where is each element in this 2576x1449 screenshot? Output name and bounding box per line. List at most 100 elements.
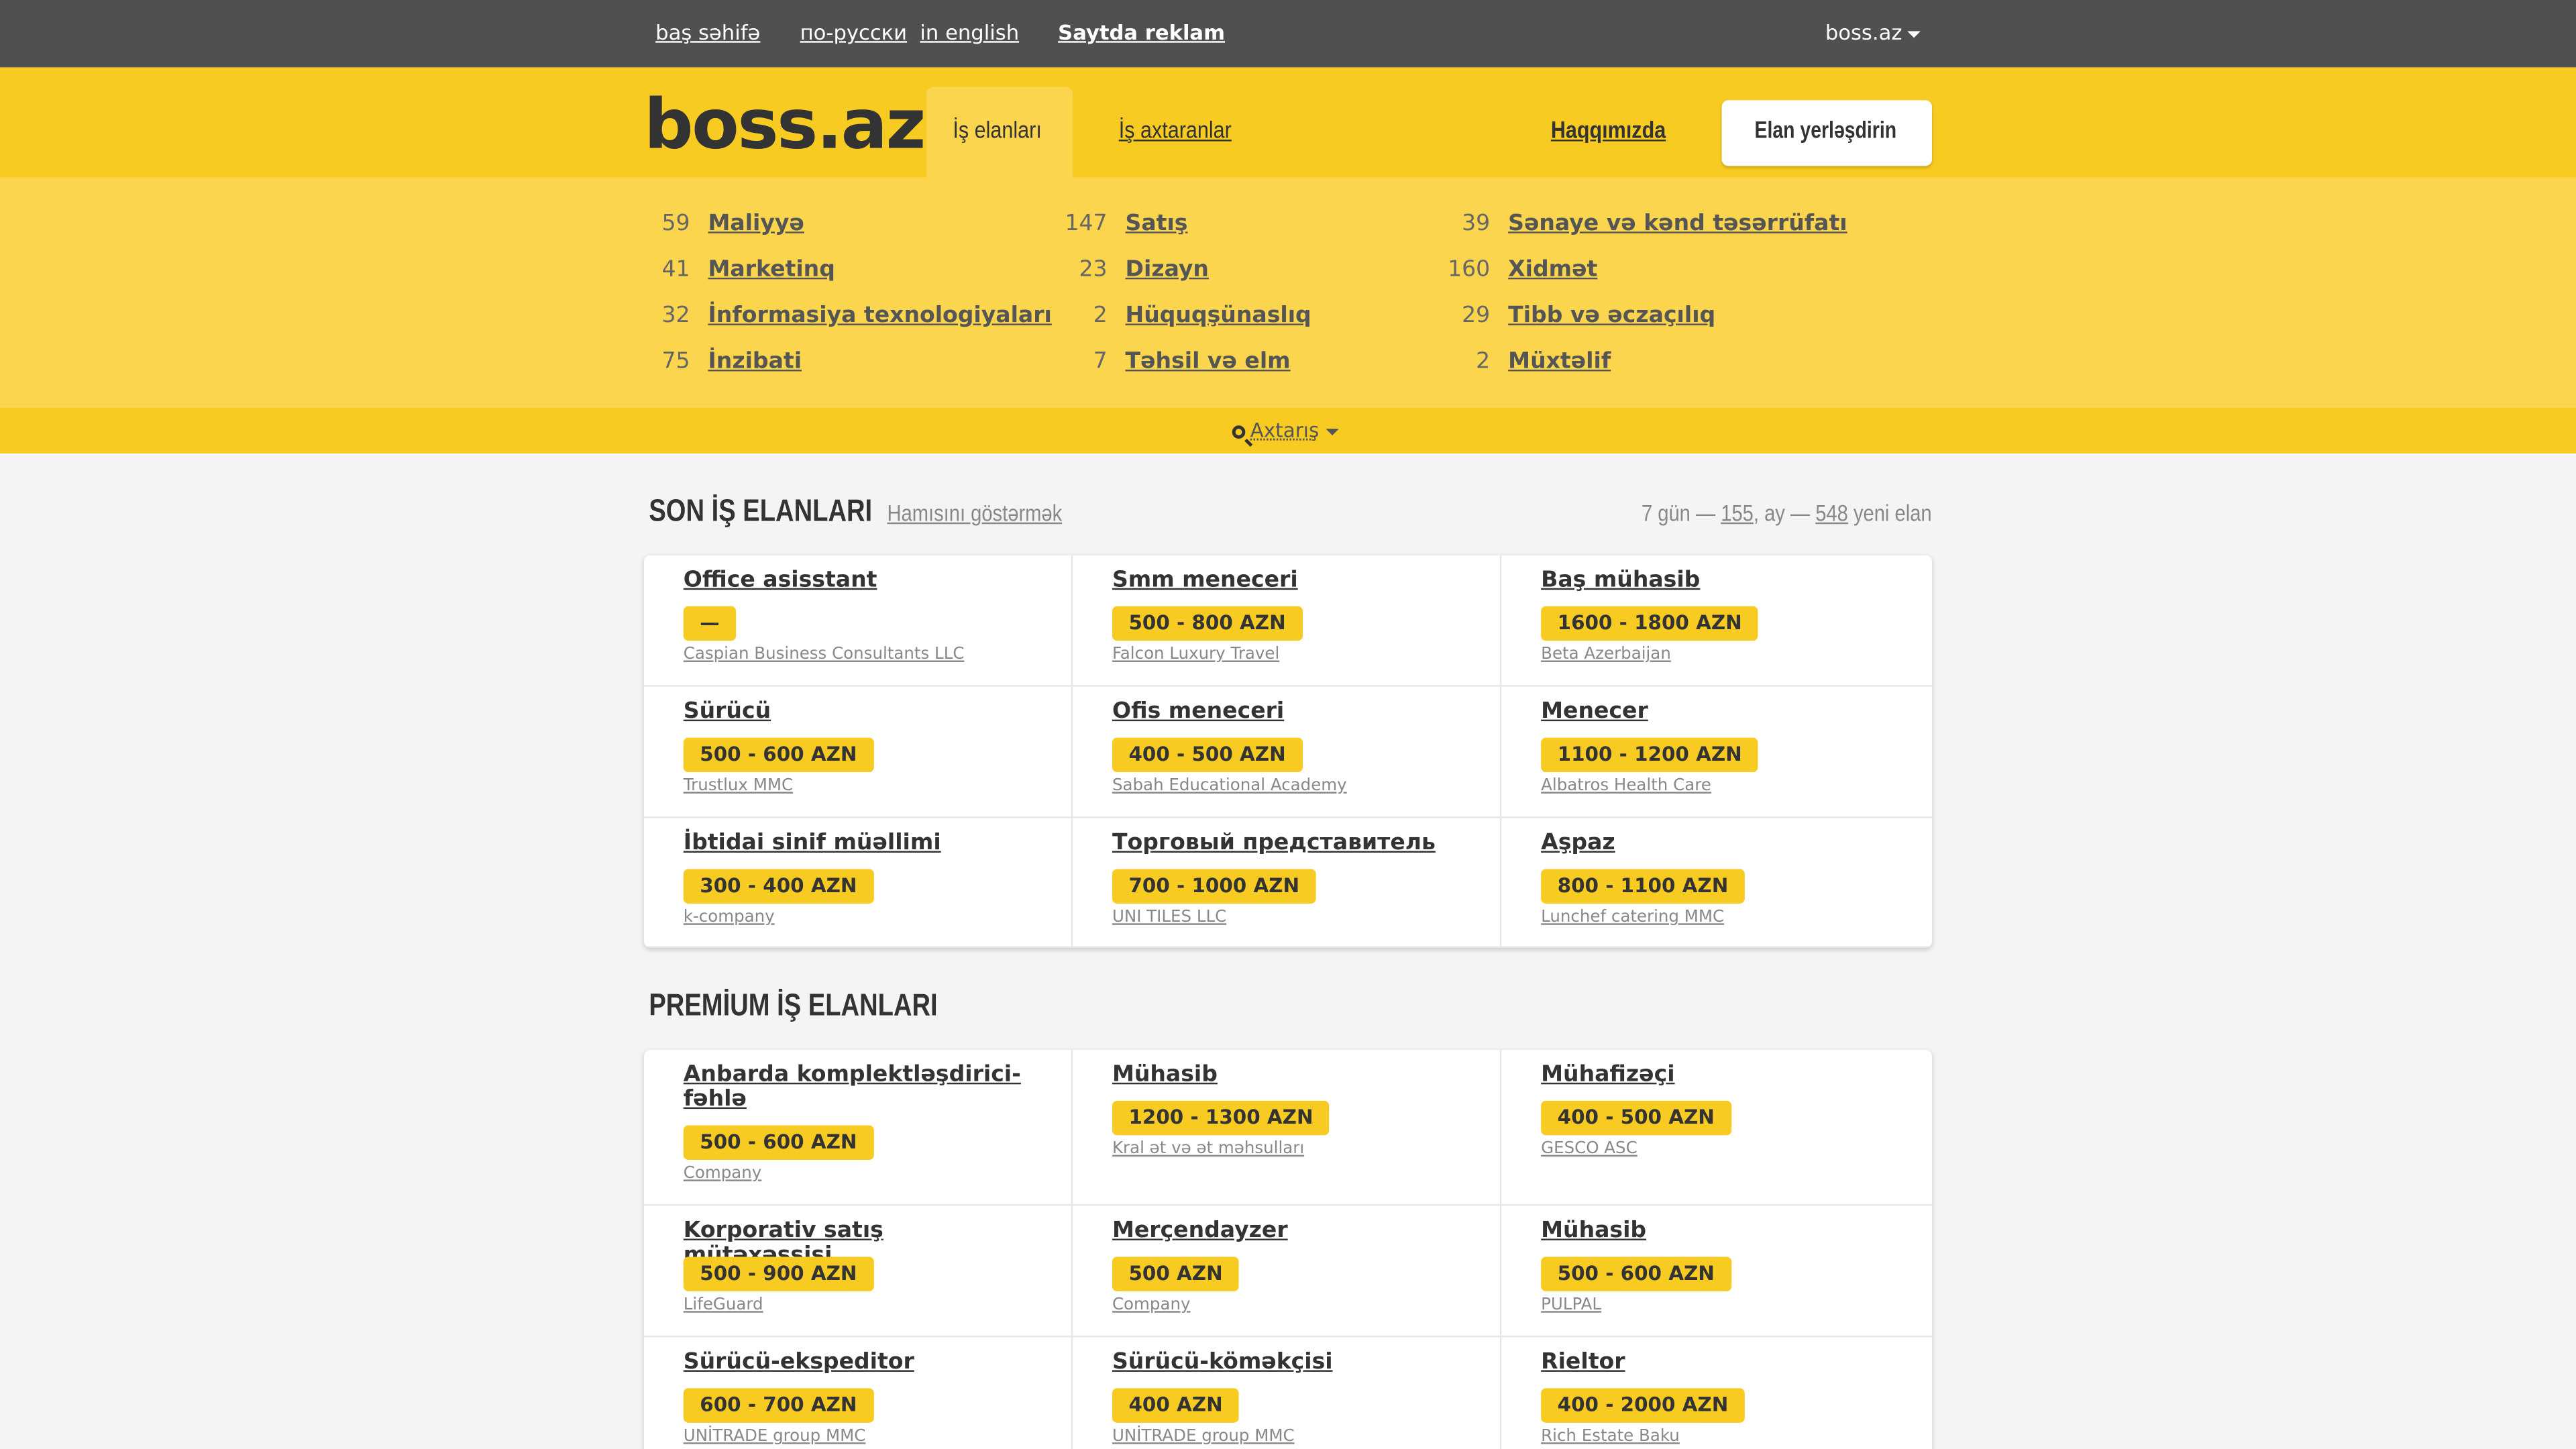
company-link[interactable]: Caspian Business Consultants LLC — [684, 645, 965, 663]
company-link[interactable]: Beta Azerbaijan — [1541, 645, 1671, 663]
category-item[interactable]: 32 İnformasiya texnologiyaları — [644, 303, 1051, 335]
company-link[interactable]: Sabah Educational Academy — [1112, 777, 1347, 795]
job-card[interactable]: Office asisstant — Caspian Business Consul… — [644, 555, 1073, 687]
category-link[interactable]: Hüquqşünaslıq — [1126, 303, 1311, 329]
category-count: 147 — [1065, 210, 1108, 237]
russian-language-link[interactable]: по-русски — [800, 19, 907, 44]
category-link[interactable]: Satış — [1126, 210, 1188, 236]
category-item[interactable]: 160 Xidmət — [1444, 256, 1822, 289]
category-link[interactable]: İnzibati — [708, 348, 802, 374]
job-title-link[interactable]: Mühafizəçi — [1541, 1062, 1894, 1087]
company-link[interactable]: k-company — [684, 908, 775, 926]
job-card[interactable]: Mühafizəçi 400 - 500 AZN GESCO ASC — [1501, 1050, 1932, 1206]
job-card[interactable]: Merçendayzer 500 AZN Company — [1073, 1205, 1502, 1338]
company-link[interactable]: Company — [684, 1165, 762, 1183]
category-item[interactable]: 39 Sənaye və kənd təsərrüfatı — [1444, 210, 1847, 243]
salary-badge: 400 - 500 AZN — [1541, 1100, 1731, 1136]
category-item[interactable]: 29 Tibb və əczaçılıq — [1444, 303, 1822, 335]
post-ad-button[interactable]: Elan yerləşdirin — [1721, 100, 1932, 166]
week-count-link[interactable]: 155 — [1721, 499, 1754, 525]
company-link[interactable]: Company — [1112, 1296, 1191, 1314]
job-card[interactable]: Rieltor 400 - 2000 AZN Rich Estate Baku — [1501, 1337, 1932, 1449]
job-card[interactable]: Sürücü 500 - 600 AZN Trustlux MMC — [644, 686, 1073, 818]
category-link[interactable]: İnformasiya texnologiyaları — [708, 303, 1052, 329]
company-link[interactable]: Albatros Health Care — [1541, 777, 1711, 795]
job-title-link[interactable]: Mühasib — [1541, 1218, 1894, 1244]
company-link[interactable]: LifeGuard — [684, 1296, 763, 1314]
job-card[interactable]: Menecer 1100 - 1200 AZN Albatros Health Ca… — [1501, 687, 1932, 818]
company-link[interactable]: GESCO ASC — [1541, 1140, 1638, 1159]
company-link[interactable]: Lunchef catering MMC — [1541, 908, 1724, 926]
job-title-link[interactable]: Sürücü-köməkçisi — [1112, 1350, 1466, 1375]
job-card[interactable]: Mühasib 1200 - 1300 AZN Kral ət və ət məhs… — [1073, 1049, 1502, 1206]
job-title-link[interactable]: Aşpaz — [1541, 830, 1894, 856]
category-count: 39 — [1462, 210, 1491, 237]
job-title-link[interactable]: Menecer — [1541, 699, 1894, 724]
advertise-link[interactable]: Saytda reklam — [1058, 19, 1225, 44]
job-title-link[interactable]: İbtidai sinif müəllimi — [684, 830, 1037, 856]
premium-jobs-grid: Anbarda komplektləşdirici-fəhlə 500 - 600… — [644, 1049, 1932, 1449]
job-card[interactable]: Anbarda komplektləşdirici-fəhlə 500 - 600… — [644, 1049, 1073, 1206]
category-item[interactable]: 59 Maliyyə — [644, 210, 1022, 243]
category-item[interactable]: 75 İnzibati — [644, 348, 1022, 381]
category-link[interactable]: Marketinq — [708, 256, 835, 282]
category-link[interactable]: Xidmət — [1508, 256, 1597, 282]
job-title-link[interactable]: Anbarda komplektləşdirici-fəhlə — [684, 1062, 1037, 1112]
category-count: 160 — [1448, 256, 1491, 283]
category-link[interactable]: Müxtəlif — [1508, 348, 1611, 374]
about-link[interactable]: Haqqımızda — [1551, 118, 1666, 144]
search-toggle[interactable]: Axtarış — [1232, 419, 1339, 442]
job-stats: 7 gün — 155, ay — 548 yeni elan — [1642, 499, 1932, 525]
job-title-link[interactable]: Office asisstant — [684, 568, 1037, 593]
company-link[interactable]: UNİTRADE group MMC — [1112, 1428, 1295, 1446]
job-card[interactable]: İbtidai sinif müəllimi 300 - 400 AZN k-com… — [644, 818, 1073, 949]
category-link[interactable]: Maliyyə — [708, 210, 804, 236]
category-item[interactable]: 41 Marketinq — [644, 256, 1022, 289]
category-item[interactable]: 7 Təhsil və elm — [1061, 348, 1439, 381]
job-card[interactable]: Aşpaz 800 - 1100 AZN Lunchef catering MMC — [1501, 818, 1932, 949]
category-link[interactable]: Sənaye və kənd təsərrüfatı — [1508, 210, 1847, 236]
category-link[interactable]: Tibb və əczaçılıq — [1508, 303, 1715, 329]
month-count-link[interactable]: 548 — [1816, 499, 1849, 525]
user-menu[interactable]: boss.az — [1825, 19, 1921, 44]
job-card[interactable]: Korporativ satış mütəxəssisi 500 - 900 AZ… — [644, 1205, 1073, 1338]
site-logo[interactable]: boss.az — [644, 89, 926, 160]
company-link[interactable]: UNI TILES LLC — [1112, 908, 1226, 926]
english-language-link[interactable]: in english — [920, 19, 1019, 44]
job-title-link[interactable]: Rieltor — [1541, 1350, 1894, 1375]
category-item[interactable]: 147 Satış — [1061, 210, 1439, 243]
salary-badge: 400 - 2000 AZN — [1541, 1388, 1745, 1423]
job-card[interactable]: Sürücü-ekspeditor 600 - 700 AZN UNİTRADE g… — [644, 1337, 1073, 1449]
job-card[interactable]: Торговый представитель 700 - 1000 AZN UNI … — [1073, 818, 1502, 949]
home-link[interactable]: baş səhifə — [655, 19, 760, 44]
tab-job-seekers[interactable]: İş axtaranlar — [1119, 118, 1232, 144]
job-title-link[interactable]: Торговый представитель — [1112, 830, 1466, 856]
category-item[interactable]: 2 Hüquqşünaslıq — [1061, 303, 1439, 335]
job-title-link[interactable]: Merçendayzer — [1112, 1218, 1466, 1244]
job-title-link[interactable]: Sürücü-ekspeditor — [684, 1350, 1037, 1375]
tab-job-listings[interactable]: İş elanları — [953, 118, 1041, 144]
job-card[interactable]: Mühasib 500 - 600 AZN PULPAL — [1501, 1206, 1932, 1338]
company-link[interactable]: UNİTRADE group MMC — [684, 1428, 866, 1446]
company-link[interactable]: Kral ət və ət məhsulları — [1112, 1140, 1304, 1159]
company-link[interactable]: PULPAL — [1541, 1296, 1601, 1314]
job-title-link[interactable]: Ofis meneceri — [1112, 699, 1466, 724]
job-card[interactable]: Ofis meneceri 400 - 500 AZN Sabah Educatio… — [1073, 686, 1502, 818]
show-all-link[interactable]: Hamısını göstərmək — [887, 499, 1062, 525]
category-link[interactable]: Təhsil və elm — [1126, 348, 1291, 374]
category-item[interactable]: 2 Müxtəlif — [1444, 348, 1822, 381]
company-link[interactable]: Falcon Luxury Travel — [1112, 645, 1279, 663]
job-card[interactable]: Baş mühasib 1600 - 1800 AZN Beta Azerbaija… — [1501, 555, 1932, 687]
job-card[interactable]: Sürücü-köməkçisi 400 AZN UNİTRADE group MM… — [1073, 1337, 1502, 1449]
job-title-link[interactable]: Mühasib — [1112, 1062, 1466, 1087]
job-title-link[interactable]: Baş mühasib — [1541, 568, 1894, 593]
category-item[interactable]: 23 Dizayn — [1061, 256, 1439, 289]
company-link[interactable]: Rich Estate Baku — [1541, 1428, 1680, 1446]
job-title-link[interactable]: Smm meneceri — [1112, 568, 1466, 593]
job-title-link[interactable]: Sürücü — [684, 699, 1037, 724]
salary-badge: 500 AZN — [1112, 1256, 1240, 1291]
job-card[interactable]: Smm meneceri 500 - 800 AZN Falcon Luxury T… — [1073, 555, 1502, 687]
salary-badge: 1200 - 1300 AZN — [1112, 1100, 1330, 1136]
company-link[interactable]: Trustlux MMC — [684, 777, 793, 795]
category-link[interactable]: Dizayn — [1126, 256, 1209, 282]
